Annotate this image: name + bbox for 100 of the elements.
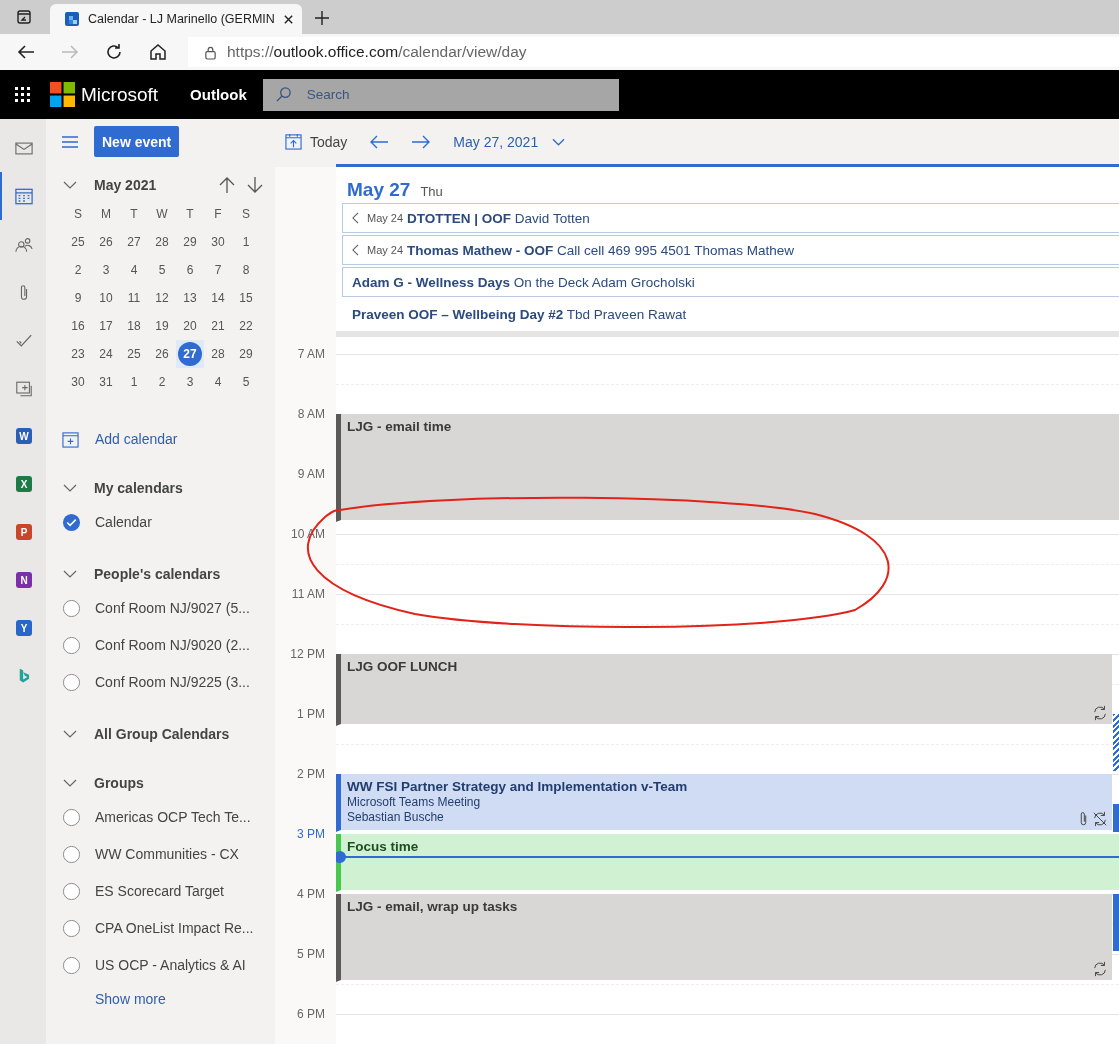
refresh-icon[interactable] bbox=[104, 42, 124, 62]
tab-actions-icon[interactable] bbox=[16, 9, 32, 25]
rail-item[interactable]: P bbox=[0, 508, 46, 556]
calendar-event[interactable]: LJG OOF LUNCH bbox=[336, 654, 1112, 726]
date[interactable]: 24 bbox=[94, 342, 118, 366]
date[interactable]: 9 bbox=[66, 286, 90, 310]
date[interactable]: 25 bbox=[122, 342, 146, 366]
circle-icon[interactable] bbox=[62, 807, 81, 827]
section-heading[interactable]: My calendars bbox=[94, 480, 183, 496]
circle-icon[interactable] bbox=[62, 672, 81, 692]
down-arrow-icon[interactable] bbox=[247, 176, 263, 194]
circle-icon[interactable] bbox=[62, 881, 81, 901]
date[interactable]: 31 bbox=[94, 370, 118, 394]
date[interactable]: 18 bbox=[122, 314, 146, 338]
app-launcher-icon[interactable] bbox=[14, 85, 32, 104]
calendar-name[interactable]: CPA OneList Impact Re... bbox=[95, 920, 254, 936]
date[interactable]: 29 bbox=[178, 230, 202, 254]
section-heading[interactable]: All Group Calendars bbox=[94, 726, 230, 742]
date[interactable]: 25 bbox=[66, 230, 90, 254]
date[interactable]: 17 bbox=[94, 314, 118, 338]
date[interactable]: 6 bbox=[178, 258, 202, 282]
date[interactable]: 15 bbox=[234, 286, 258, 310]
address-field[interactable]: https://outlook.office.com/calendar/view/day bbox=[188, 37, 1119, 67]
date[interactable]: 27 bbox=[122, 230, 146, 254]
next-arrow-icon[interactable] bbox=[411, 133, 432, 150]
search-field[interactable]: Search bbox=[262, 78, 619, 111]
date[interactable]: 20 bbox=[178, 314, 202, 338]
chevron-icon[interactable] bbox=[63, 779, 77, 787]
calendar-event[interactable]: LJG - email time bbox=[336, 414, 1119, 522]
today-button[interactable]: Today bbox=[285, 133, 348, 150]
calendar-name[interactable]: US OCP - Analytics & AI bbox=[95, 957, 246, 973]
busy-marker[interactable] bbox=[1113, 714, 1119, 771]
date[interactable]: 22 bbox=[234, 314, 258, 338]
busy-marker[interactable] bbox=[1113, 804, 1119, 832]
circle-icon[interactable] bbox=[62, 635, 81, 655]
date[interactable]: 12 bbox=[150, 286, 174, 310]
date[interactable]: 2 bbox=[66, 258, 90, 282]
rail-item[interactable]: Y bbox=[0, 604, 46, 652]
all-day-event[interactable]: Adam G - Wellness Days On the Deck Adam Grocholski bbox=[342, 267, 1119, 297]
section-heading[interactable]: Groups bbox=[94, 775, 144, 791]
date-picker-button[interactable]: May 27, 2021 bbox=[453, 133, 566, 150]
close-icon[interactable] bbox=[282, 13, 294, 25]
date[interactable]: 23 bbox=[66, 342, 90, 366]
chevron-icon[interactable] bbox=[63, 570, 77, 578]
calendar-name[interactable]: Americas OCP Tech Te... bbox=[95, 809, 251, 825]
date[interactable]: 1 bbox=[122, 370, 146, 394]
date[interactable]: 16 bbox=[66, 314, 90, 338]
date[interactable]: 4 bbox=[206, 370, 230, 394]
show-more-link[interactable]: Show more bbox=[95, 991, 166, 1007]
calendar-name[interactable]: Conf Room NJ/9027 (5... bbox=[95, 600, 250, 616]
date[interactable]: 10 bbox=[94, 286, 118, 310]
circle-icon[interactable] bbox=[62, 918, 81, 938]
date[interactable]: 7 bbox=[206, 258, 230, 282]
date[interactable]: 3 bbox=[178, 370, 202, 394]
date[interactable]: 28 bbox=[206, 342, 230, 366]
rail-item[interactable]: W bbox=[0, 412, 46, 460]
rail-item[interactable]: N bbox=[0, 556, 46, 604]
home-icon[interactable] bbox=[148, 42, 168, 62]
date[interactable]: 3 bbox=[94, 258, 118, 282]
date[interactable]: 29 bbox=[234, 342, 258, 366]
date[interactable]: 26 bbox=[94, 230, 118, 254]
calendar-name[interactable]: ES Scorecard Target bbox=[95, 883, 224, 899]
chevron-icon[interactable] bbox=[63, 484, 77, 492]
rail-item[interactable]: X bbox=[0, 460, 46, 508]
date[interactable]: 19 bbox=[150, 314, 174, 338]
date[interactable]: 8 bbox=[234, 258, 258, 282]
section-heading[interactable]: People's calendars bbox=[94, 566, 221, 582]
previous-arrow-icon[interactable] bbox=[369, 133, 390, 150]
circle-icon[interactable] bbox=[62, 598, 81, 618]
date[interactable]: 2 bbox=[150, 370, 174, 394]
chevron-icon[interactable] bbox=[63, 730, 77, 738]
date[interactable]: 1 bbox=[234, 230, 258, 254]
date[interactable]: 26 bbox=[150, 342, 174, 366]
browser-tab[interactable]: Calendar - LJ Marinello (GERMIN bbox=[50, 4, 302, 34]
menu-icon[interactable] bbox=[62, 135, 78, 148]
all-day-event[interactable]: Praveen OOF – Wellbeing Day #2 Tbd Praveen Rawat bbox=[342, 299, 1119, 329]
date[interactable]: 30 bbox=[206, 230, 230, 254]
all-day-event[interactable]: May 24 Thomas Mathew - OOF Call cell 469 995 4501 Thomas Mathew bbox=[342, 235, 1119, 265]
date[interactable]: 30 bbox=[66, 370, 90, 394]
date[interactable]: 5 bbox=[150, 258, 174, 282]
date[interactable]: 28 bbox=[150, 230, 174, 254]
date[interactable]: 4 bbox=[122, 258, 146, 282]
date[interactable]: 13 bbox=[178, 286, 202, 310]
calendar-event[interactable]: Focus time bbox=[336, 834, 1119, 892]
circle-icon[interactable] bbox=[62, 955, 81, 975]
add-calendar-link[interactable]: Add calendar bbox=[62, 424, 275, 454]
checked-circle-icon[interactable] bbox=[62, 512, 81, 532]
calendar-name[interactable]: Conf Room NJ/9020 (2... bbox=[95, 637, 250, 653]
date[interactable]: 14 bbox=[206, 286, 230, 310]
calendar-name[interactable]: WW Communities - CX bbox=[95, 846, 239, 862]
date[interactable]: 5 bbox=[234, 370, 258, 394]
calendar-name[interactable]: Conf Room NJ/9225 (3... bbox=[95, 674, 250, 690]
calendar-event[interactable]: WW FSI Partner Strategy and Implementation v-Team Microsoft Teams Meeting Sebastian Busche bbox=[336, 774, 1112, 832]
up-arrow-icon[interactable] bbox=[219, 176, 235, 194]
new-event-button[interactable]: New event bbox=[94, 126, 180, 157]
date[interactable]: 11 bbox=[122, 286, 146, 310]
new-tab-icon[interactable] bbox=[313, 10, 330, 26]
busy-marker[interactable] bbox=[1113, 894, 1119, 951]
selected-date[interactable]: 27 bbox=[178, 342, 202, 366]
app-name[interactable]: Outlook bbox=[190, 86, 247, 103]
